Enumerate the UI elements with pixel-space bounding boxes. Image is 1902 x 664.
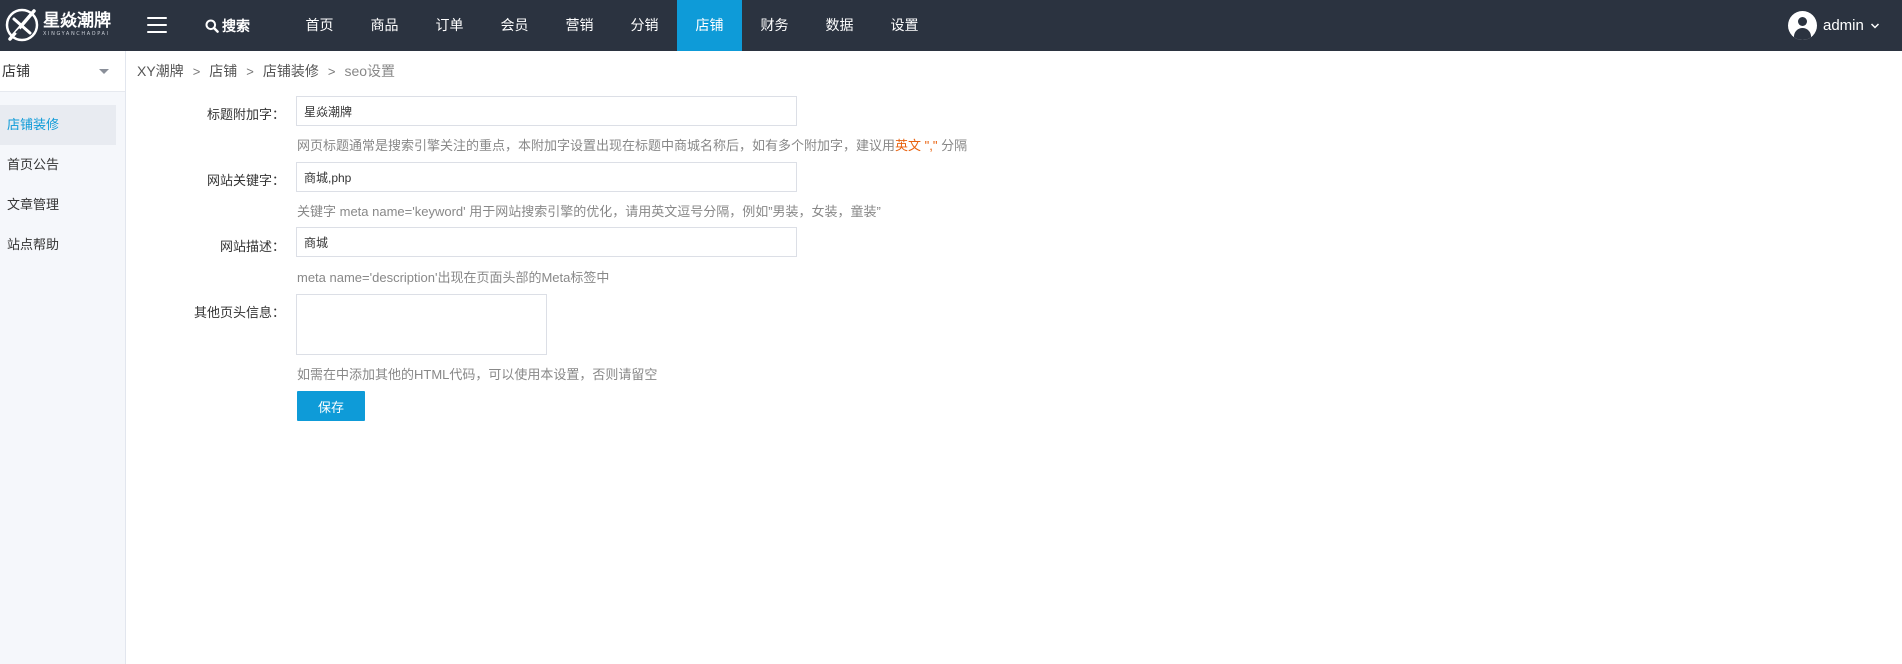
nav-item-distribution[interactable]: 分销 bbox=[612, 0, 677, 51]
sidebar-title: 店铺 bbox=[2, 63, 30, 79]
keywords-label: 网站关键字： bbox=[206, 173, 285, 188]
search-button[interactable]: 搜索 bbox=[205, 0, 250, 51]
keywords-input[interactable] bbox=[296, 162, 797, 192]
sidebar-item-store-decoration[interactable]: 店铺装修 bbox=[0, 105, 116, 145]
breadcrumb-separator: > bbox=[327, 63, 336, 79]
brand-name-en: XINGYANCHAOPAI bbox=[43, 31, 110, 37]
main-nav: 首页 商品 订单 会员 营销 分销 店铺 财务 数据 设置 bbox=[287, 0, 937, 51]
caret-down-icon bbox=[99, 69, 109, 74]
other-head-hint: 如需在中添加其他的HTML代码，可以使用本设置，否则请留空 bbox=[297, 367, 658, 382]
avatar bbox=[1788, 11, 1817, 40]
nav-item-products[interactable]: 商品 bbox=[352, 0, 417, 51]
brand-logo-icon bbox=[5, 8, 39, 42]
sidebar-section-dropdown[interactable]: 店铺 bbox=[0, 51, 125, 92]
nav-item-finance[interactable]: 财务 bbox=[742, 0, 807, 51]
search-label: 搜索 bbox=[222, 17, 250, 34]
brand-name: 星焱潮牌 bbox=[43, 11, 111, 31]
chevron-down-icon bbox=[1870, 22, 1879, 29]
nav-item-home[interactable]: 首页 bbox=[287, 0, 352, 51]
title-suffix-label: 标题附加字： bbox=[206, 107, 285, 122]
other-head-label: 其他页头信息： bbox=[193, 305, 285, 320]
nav-item-members[interactable]: 会员 bbox=[482, 0, 547, 51]
sidebar-item-site-help[interactable]: 站点帮助 bbox=[0, 225, 116, 265]
nav-item-marketing[interactable]: 营销 bbox=[547, 0, 612, 51]
top-navbar: 星焱潮牌 XINGYANCHAOPAI 搜索 首页 商品 订单 会员 营销 分销… bbox=[0, 0, 1902, 51]
user-name: admin bbox=[1823, 17, 1864, 34]
breadcrumb-item[interactable]: 店铺 bbox=[209, 61, 237, 81]
save-button[interactable]: 保存 bbox=[297, 391, 365, 421]
breadcrumb-separator: > bbox=[246, 63, 254, 79]
search-icon bbox=[205, 19, 219, 33]
sidebar-menu: 店铺装修 首页公告 文章管理 站点帮助 bbox=[0, 105, 125, 265]
breadcrumb-separator: > bbox=[192, 63, 201, 79]
breadcrumb-current: seo设置 bbox=[344, 63, 396, 79]
sidebar-item-article-management[interactable]: 文章管理 bbox=[0, 185, 116, 225]
breadcrumb-item[interactable]: 店铺装修 bbox=[263, 61, 319, 81]
keywords-hint: 关键字 meta name='keyword' 用于网站搜索引擎的优化，请用英文… bbox=[297, 204, 881, 219]
title-suffix-hint-text: 网页标题通常是搜索引擎关注的重点，本附加字设置出现在标题中商城名称后，如有多个附… bbox=[297, 138, 896, 153]
description-input[interactable] bbox=[296, 227, 797, 257]
brand-text: 星焱潮牌 XINGYANCHAOPAI bbox=[43, 12, 111, 38]
sidebar-item-home-notice[interactable]: 首页公告 bbox=[0, 145, 116, 185]
menu-toggle-icon[interactable] bbox=[147, 17, 167, 33]
breadcrumb-item[interactable]: XY潮牌 bbox=[137, 61, 184, 81]
title-suffix-hint-accent: 英文 "," bbox=[895, 138, 938, 153]
nav-item-settings[interactable]: 设置 bbox=[872, 0, 937, 51]
nav-item-data[interactable]: 数据 bbox=[807, 0, 872, 51]
nav-item-orders[interactable]: 订单 bbox=[417, 0, 482, 51]
breadcrumb: XY潮牌 > 店铺 > 店铺装修 > seo设置 bbox=[137, 61, 395, 81]
sidebar: 店铺 店铺装修 首页公告 文章管理 站点帮助 bbox=[0, 51, 126, 664]
description-hint: meta name='description'出现在页面头部的Meta标签中 bbox=[297, 270, 610, 285]
title-suffix-hint-end: 分隔 bbox=[937, 138, 968, 153]
title-suffix-hint: 网页标题通常是搜索引擎关注的重点，本附加字设置出现在标题中商城名称后，如有多个附… bbox=[297, 135, 967, 154]
description-label: 网站描述： bbox=[219, 239, 285, 254]
nav-item-store[interactable]: 店铺 bbox=[677, 0, 742, 51]
title-suffix-input[interactable] bbox=[296, 96, 797, 126]
brand-logo[interactable]: 星焱潮牌 XINGYANCHAOPAI bbox=[4, 5, 111, 45]
other-head-textarea[interactable] bbox=[296, 294, 547, 355]
user-menu[interactable]: admin bbox=[1788, 0, 1880, 51]
